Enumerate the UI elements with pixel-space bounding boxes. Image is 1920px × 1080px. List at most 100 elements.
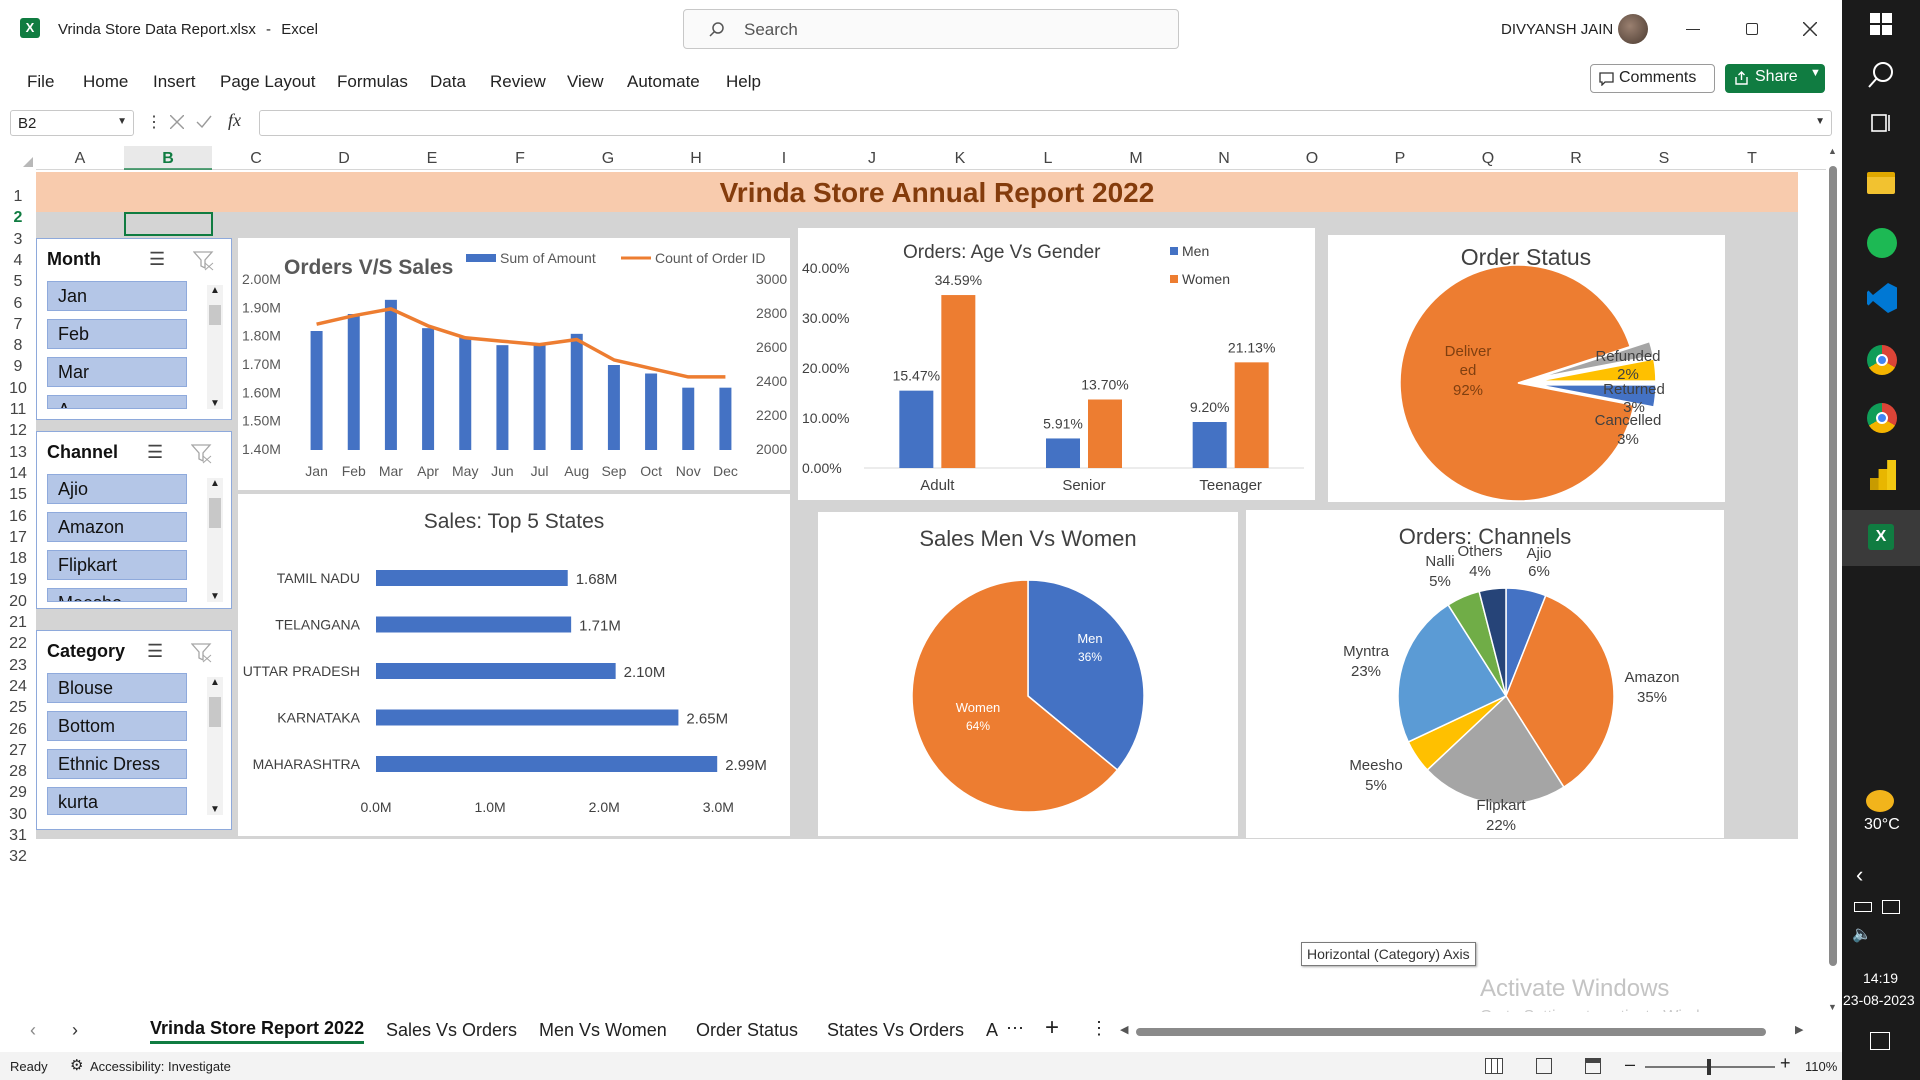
slicer-channel[interactable]: Channel ☰ Ajio Amazon Flipkart Meesho ▲ … — [36, 431, 232, 609]
row-header[interactable]: 32 — [0, 848, 36, 866]
row-header[interactable]: 3 — [0, 231, 36, 249]
row-header[interactable]: 4 — [0, 252, 36, 270]
slicer-item[interactable]: Jan — [47, 281, 187, 311]
chrome-icon[interactable] — [1867, 345, 1897, 375]
add-sheet-icon[interactable]: + — [1045, 1014, 1059, 1042]
slicer-scrollbar[interactable]: ▲ ▼ — [207, 677, 223, 815]
comments-button[interactable]: Comments — [1590, 64, 1715, 93]
search-icon[interactable] — [1866, 60, 1896, 90]
clock-time[interactable]: 14:19 — [1863, 970, 1898, 986]
clear-filter-icon[interactable] — [193, 251, 215, 271]
menu-home[interactable]: Home — [83, 72, 128, 92]
slicer-scrollbar[interactable]: ▲ ▼ — [207, 285, 223, 409]
row-header[interactable]: 9 — [0, 358, 36, 376]
volume-icon[interactable]: 🔈 — [1852, 924, 1872, 944]
slicer-month[interactable]: Month ☰ Jan Feb Mar A ▲ ▼ — [36, 238, 232, 420]
name-box[interactable]: B2 ▼ — [10, 110, 134, 136]
row-header[interactable]: 1 — [0, 188, 36, 206]
clear-filter-icon[interactable] — [191, 444, 213, 464]
expand-formula-icon[interactable]: ▼ — [1815, 116, 1825, 127]
menu-automate[interactable]: Automate — [627, 72, 700, 92]
chart-top5-states[interactable]: Sales: Top 5 States TAMIL NADU 1.68M TELANG… — [238, 494, 790, 836]
sheet-tab[interactable]: A — [986, 1020, 998, 1041]
active-cell-b2[interactable] — [124, 212, 213, 236]
row-header[interactable]: 27 — [0, 742, 36, 760]
minimize-icon[interactable] — [1686, 29, 1700, 30]
clear-filter-icon[interactable] — [191, 643, 213, 663]
share-button[interactable]: Share ▼ — [1725, 64, 1825, 93]
chrome-profile-icon[interactable] — [1867, 403, 1897, 433]
restore-icon[interactable] — [1746, 23, 1758, 35]
column-header[interactable]: T — [1708, 150, 1796, 168]
row-header[interactable]: 8 — [0, 337, 36, 355]
row-header[interactable]: 11 — [0, 401, 36, 419]
menu-file[interactable]: File — [27, 72, 54, 92]
menu-review[interactable]: Review — [490, 72, 546, 92]
task-view-icon[interactable] — [1870, 112, 1894, 134]
column-header[interactable]: C — [212, 150, 300, 168]
sheet-tab[interactable]: Sales Vs Orders — [386, 1020, 517, 1041]
column-header[interactable]: E — [388, 150, 476, 168]
report-banner[interactable]: Vrinda Store Annual Report 2022 — [36, 172, 1798, 212]
chart-channels[interactable]: Orders: Channels Ajio 6% Amazon 35% Flipkart 2… — [1246, 510, 1724, 838]
enter-icon[interactable] — [196, 115, 212, 129]
slicer-item[interactable]: Blouse — [47, 673, 187, 703]
more-sheets-icon[interactable]: ⋯ — [1006, 1018, 1024, 1039]
slicer-item[interactable]: Ethnic Dress — [47, 749, 187, 779]
normal-view-icon[interactable] — [1485, 1058, 1503, 1074]
slicer-scrollbar[interactable]: ▲ ▼ — [207, 478, 223, 602]
row-header[interactable]: 13 — [0, 444, 36, 462]
column-header[interactable]: I — [740, 150, 828, 168]
chevron-down-icon[interactable]: ▼ — [1810, 67, 1821, 79]
sheet-tab-active[interactable]: Vrinda Store Report 2022 — [150, 1018, 365, 1044]
row-header[interactable]: 23 — [0, 657, 36, 675]
slicer-item[interactable]: Mar — [47, 357, 187, 387]
row-header[interactable]: 2 — [0, 209, 36, 227]
sheet-tab[interactable]: States Vs Orders — [827, 1020, 964, 1041]
row-header[interactable]: 14 — [0, 465, 36, 483]
excel-taskbar-icon[interactable]: X — [1868, 524, 1894, 550]
weather-temp[interactable]: 30°C — [1864, 816, 1900, 834]
row-header[interactable]: 18 — [0, 550, 36, 568]
clock-date[interactable]: 23-08-2023 — [1843, 992, 1915, 1008]
row-header[interactable]: 22 — [0, 635, 36, 653]
row-header[interactable]: 24 — [0, 678, 36, 696]
menu-view[interactable]: View — [567, 72, 604, 92]
row-header[interactable]: 31 — [0, 827, 36, 845]
row-header[interactable]: 19 — [0, 571, 36, 589]
menu-help[interactable]: Help — [726, 72, 761, 92]
horizontal-scrollbar[interactable]: ◀ ▶ — [1120, 1022, 1810, 1042]
chart-orders-vs-sales[interactable]: Orders V/S Sales Sum of Amount Count of Or… — [238, 238, 790, 490]
formula-input[interactable]: ▼ — [259, 110, 1832, 136]
slicer-item[interactable]: Flipkart — [47, 550, 187, 580]
scroll-down-icon[interactable]: ▼ — [210, 591, 220, 602]
sheet-tab[interactable]: Order Status — [696, 1020, 798, 1041]
slicer-item[interactable]: A — [47, 395, 187, 409]
windows-start-icon[interactable] — [1869, 12, 1893, 36]
row-header[interactable]: 29 — [0, 784, 36, 802]
vertical-scrollbar[interactable]: ▲ ▼ — [1826, 146, 1840, 1012]
chevron-left-icon[interactable]: ‹ — [1856, 862, 1863, 888]
menu-data[interactable]: Data — [430, 72, 466, 92]
file-explorer-icon[interactable] — [1867, 172, 1895, 194]
slicer-category[interactable]: Category ☰ Blouse Bottom Ethnic Dress ku… — [36, 630, 232, 830]
column-header[interactable]: A — [36, 150, 124, 168]
search-box[interactable]: Search — [683, 9, 1179, 49]
weather-icon[interactable] — [1866, 790, 1894, 812]
scroll-down-icon[interactable]: ▼ — [210, 398, 220, 409]
column-header[interactable]: K — [916, 150, 1004, 168]
select-all-corner[interactable] — [0, 146, 36, 170]
slicer-item[interactable]: Amazon — [47, 512, 187, 542]
scroll-right-icon[interactable]: ▶ — [1795, 1023, 1803, 1036]
more-options-icon[interactable]: ⋮ — [146, 112, 162, 132]
column-header[interactable]: R — [1532, 150, 1620, 168]
scroll-down-icon[interactable]: ▼ — [1828, 1002, 1837, 1012]
multi-select-icon[interactable]: ☰ — [149, 249, 165, 270]
slicer-item[interactable]: kurta — [47, 787, 187, 815]
zoom-out-icon[interactable]: – — [1625, 1054, 1635, 1075]
row-header[interactable]: 25 — [0, 699, 36, 717]
sheet-tab[interactable]: Men Vs Women — [539, 1020, 667, 1041]
tab-options-icon[interactable]: ⋮ — [1090, 1018, 1108, 1039]
network-icon[interactable] — [1882, 900, 1900, 914]
column-header[interactable]: O — [1268, 150, 1356, 168]
